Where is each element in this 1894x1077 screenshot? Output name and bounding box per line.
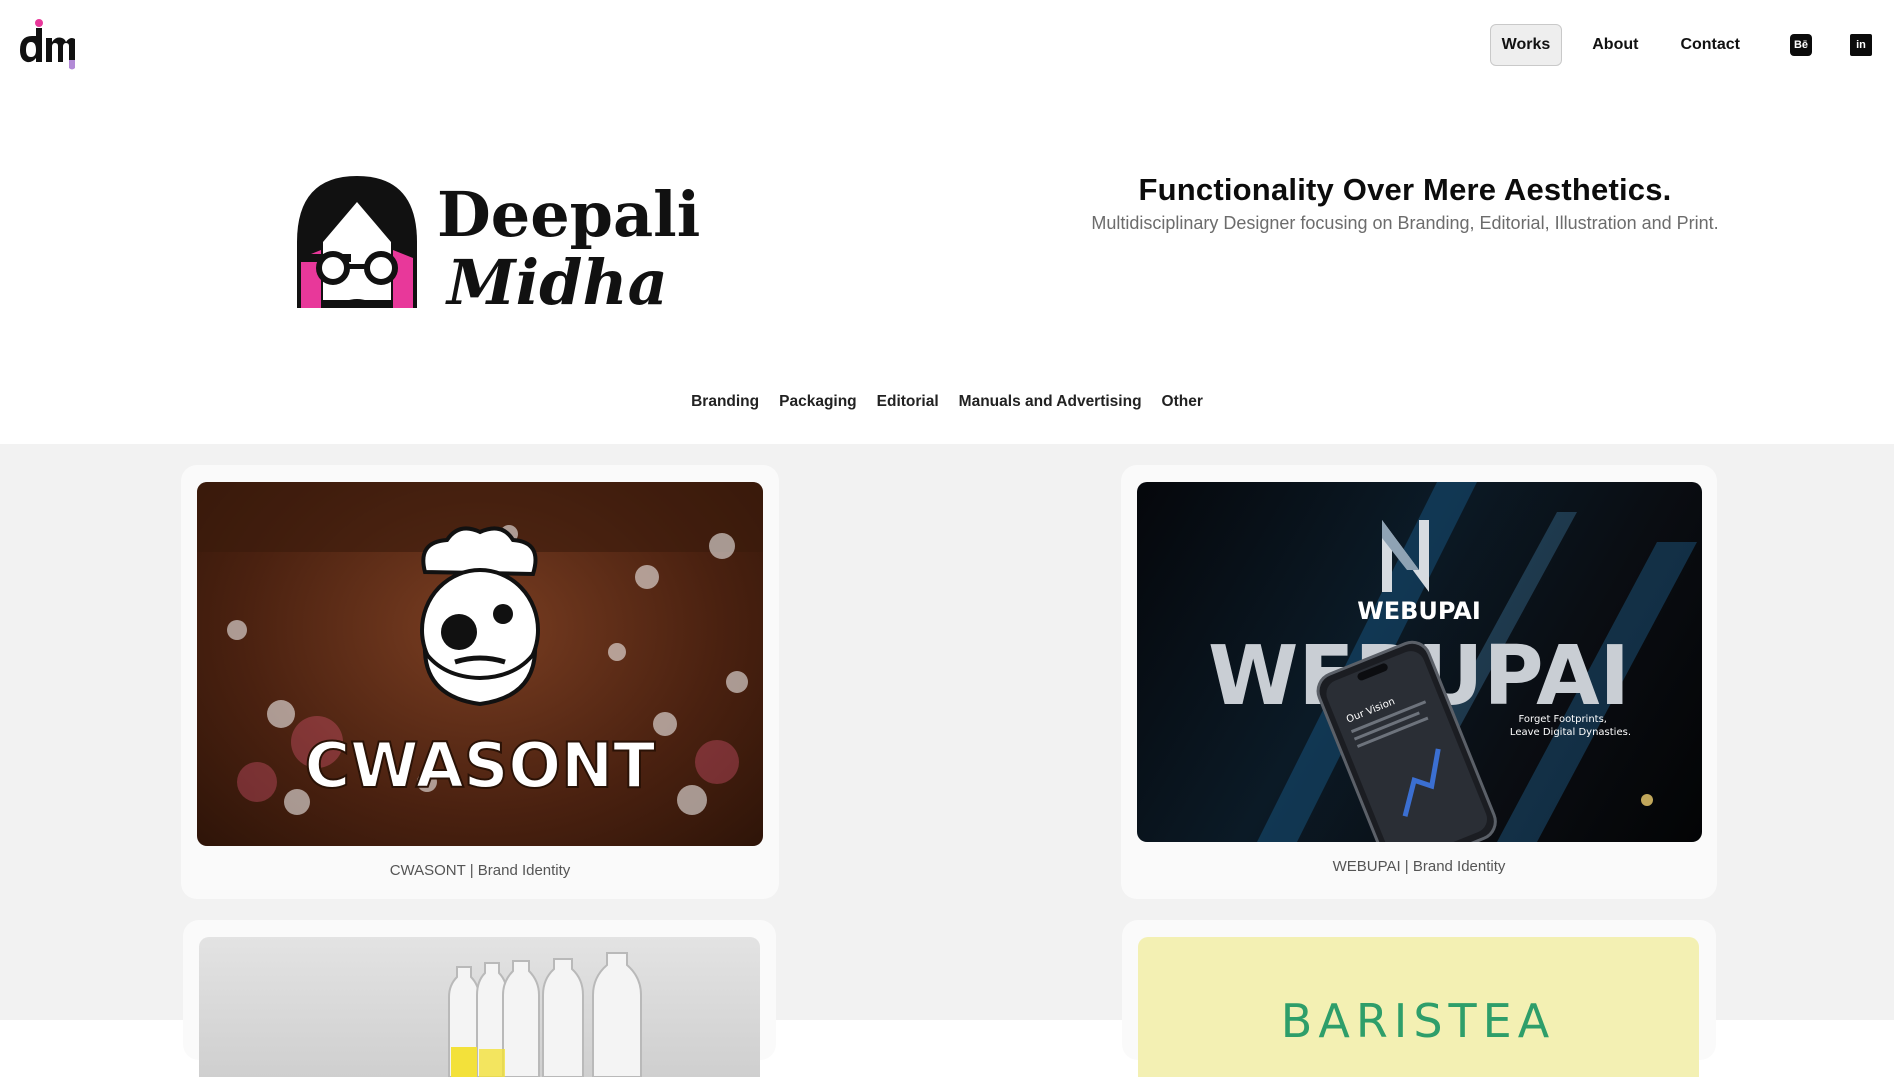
filter-editorial[interactable]: Editorial xyxy=(877,393,939,411)
cwasont-artwork: CWASONT xyxy=(197,482,763,815)
project-card-bottles[interactable] xyxy=(183,920,776,1077)
baristea-wordmark: BARISTEA xyxy=(1281,994,1555,1048)
dm-logo-icon[interactable] xyxy=(18,16,76,70)
logo-line2: Midha xyxy=(445,246,668,319)
main-nav: Works About Contact Bē in xyxy=(1472,24,1872,66)
filter-manuals-advertising[interactable]: Manuals and Advertising xyxy=(959,393,1142,411)
project-thumbnail[interactable]: CWASONT xyxy=(197,482,763,846)
bottles-artwork xyxy=(448,952,642,1077)
page-title: Functionality Over Mere Aesthetics. xyxy=(1138,172,1672,207)
page-subtitle: Multidisciplinary Designer focusing on B… xyxy=(1091,213,1719,233)
linkedin-icon[interactable]: in xyxy=(1850,34,1872,56)
deepali-midha-logo: Deepali Midha xyxy=(297,176,700,319)
logo-line1: Deepali xyxy=(437,178,700,251)
project-caption[interactable]: WEBUPAI | Brand Identity xyxy=(1121,858,1717,875)
filter-packaging[interactable]: Packaging xyxy=(779,393,857,411)
hero-section: Deepali Midha Functionality Over Mere Ae… xyxy=(0,90,1894,444)
behance-icon[interactable]: Bē xyxy=(1790,34,1812,56)
baristea-artwork: BARISTEA xyxy=(1281,994,1555,1048)
filter-branding[interactable]: Branding xyxy=(691,393,759,411)
projects-grid: CWASONT CWASONT | Brand Identity WEBUPAI… xyxy=(0,444,1894,1077)
nav-works[interactable]: Works xyxy=(1489,24,1563,66)
project-card-cwasont[interactable]: CWASONT CWASONT | Brand Identity xyxy=(181,465,779,899)
project-card-baristea[interactable]: BARISTEA xyxy=(1122,920,1716,1077)
webupai-tagline-1: Forget Footprints, xyxy=(1519,714,1608,725)
webupai-small-wordmark: WEBUPAI xyxy=(1357,597,1481,625)
category-filter-bar: Branding Packaging Editorial Manuals and… xyxy=(0,393,1894,411)
project-card-webupai[interactable]: WEBUPAI WEBUPAI Our Vision Forget Footpr… xyxy=(1121,465,1717,899)
project-caption[interactable]: CWASONT | Brand Identity xyxy=(181,862,779,879)
webupai-artwork: WEBUPAI WEBUPAI Our Vision Forget Footpr… xyxy=(1208,482,1697,842)
filter-other[interactable]: Other xyxy=(1162,393,1203,411)
top-navigation-bar: Works About Contact Bē in xyxy=(0,0,1894,90)
project-thumbnail[interactable]: WEBUPAI WEBUPAI Our Vision Forget Footpr… xyxy=(1137,482,1702,842)
nav-about[interactable]: About xyxy=(1580,24,1650,66)
project-thumbnail[interactable] xyxy=(199,937,760,1077)
nav-contact[interactable]: Contact xyxy=(1668,24,1752,66)
project-thumbnail[interactable]: BARISTEA xyxy=(1138,937,1699,1077)
cwasont-wordmark: CWASONT xyxy=(305,729,656,802)
hero-tagline: Functionality Over Mere Aesthetics. Mult… xyxy=(1040,172,1770,234)
webupai-tagline-2: Leave Digital Dynasties. xyxy=(1510,727,1631,738)
